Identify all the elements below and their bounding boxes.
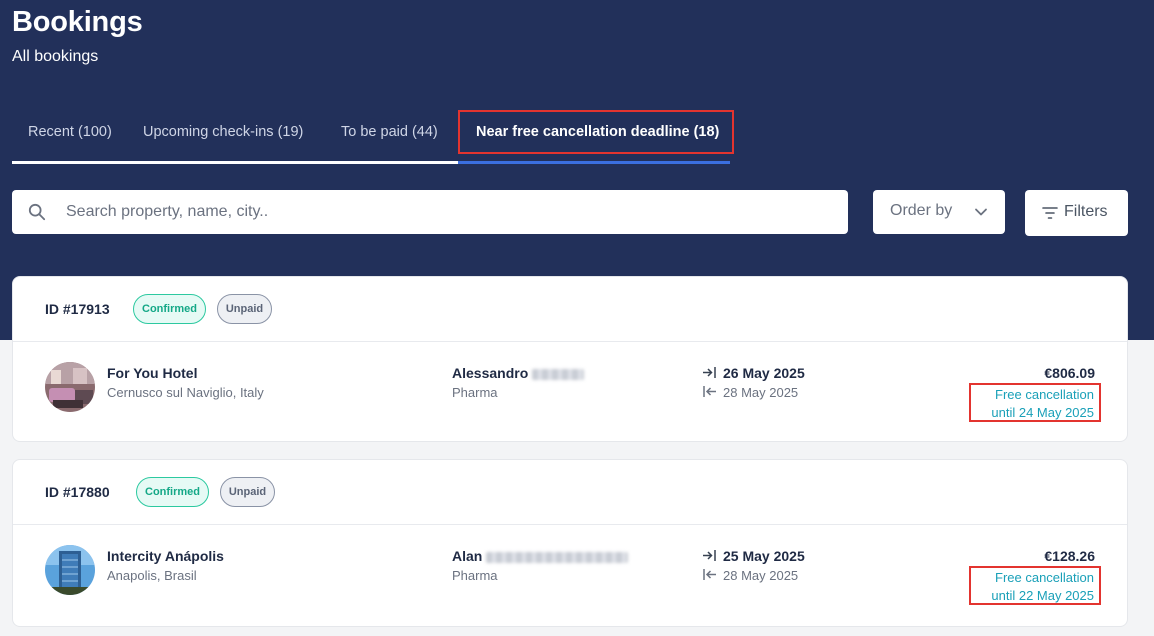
tab-upcoming-check-ins[interactable]: Upcoming check-ins (19): [143, 110, 303, 154]
check-out-date-text: 28 May 2025: [723, 568, 799, 583]
booking-tabs: Recent (100) Upcoming check-ins (19) To …: [12, 110, 734, 166]
guest-name: Alessandro: [452, 365, 585, 381]
free-cancellation-label: Free cancellation: [995, 387, 1094, 402]
payment-badge-unpaid: Unpaid: [220, 477, 275, 507]
hotel-name[interactable]: For You Hotel: [107, 365, 197, 381]
page-title: Bookings: [12, 6, 143, 38]
chevron-down-icon: [975, 208, 987, 216]
payment-badge-unpaid: Unpaid: [217, 294, 272, 324]
tab-to-be-paid[interactable]: To be paid (44): [341, 110, 438, 154]
check-out-arrow-icon: [703, 569, 716, 580]
redacted-surname: [486, 551, 629, 563]
hotel-name[interactable]: Intercity Anápolis: [107, 548, 224, 564]
hotel-location: Anapolis, Brasil: [107, 568, 197, 583]
booking-card[interactable]: ID #17913 Confirmed Unpaid For You Hotel…: [12, 276, 1128, 442]
check-in-date-text: 26 May 2025: [723, 365, 805, 381]
check-in-arrow-icon: [703, 367, 716, 378]
order-by-dropdown[interactable]: Order by: [873, 190, 1005, 234]
booking-card-header: ID #17880 Confirmed Unpaid: [13, 460, 1127, 525]
search-icon: [28, 203, 46, 221]
status-badge-confirmed: Confirmed: [133, 294, 206, 324]
filters-label: Filters: [1064, 203, 1108, 220]
check-out-date: 28 May 2025: [702, 385, 798, 400]
page-subtitle: All bookings: [12, 48, 99, 65]
check-in-date: 26 May 2025: [702, 365, 805, 381]
guest-first-name: Alessandro: [452, 365, 529, 381]
tab-recent[interactable]: Recent (100): [28, 110, 112, 154]
guest-name: Alan: [452, 548, 629, 564]
hotel-photo-icon: [45, 362, 95, 412]
check-out-arrow-icon: [703, 386, 716, 397]
search-box: [12, 190, 848, 234]
bookings-page: Bookings All bookings Recent (100) Upcom…: [0, 0, 1154, 636]
tab-near-free-cancellation-deadline[interactable]: Near free cancellation deadline (18): [458, 110, 734, 154]
free-cancellation-until: until 24 May 2025: [991, 405, 1094, 420]
free-cancellation-label: Free cancellation: [995, 570, 1094, 585]
hotel-location: Cernusco sul Naviglio, Italy: [107, 385, 264, 400]
hotel-avatar: [45, 545, 95, 595]
guest-company: Pharma: [452, 385, 498, 400]
filter-icon: [1042, 207, 1058, 219]
filters-button[interactable]: Filters: [1025, 190, 1128, 236]
check-in-arrow-icon: [703, 550, 716, 561]
free-cancellation-until: until 22 May 2025: [991, 588, 1094, 603]
active-tab-underline: [458, 161, 730, 164]
order-by-label: Order by: [890, 202, 953, 219]
hotel-avatar: [45, 362, 95, 412]
guest-company: Pharma: [452, 568, 498, 583]
check-in-date: 25 May 2025: [702, 548, 805, 564]
booking-id: ID #17880: [45, 484, 110, 500]
check-out-date: 28 May 2025: [702, 568, 798, 583]
hotel-photo-icon: [45, 545, 95, 595]
check-in-date-text: 25 May 2025: [723, 548, 805, 564]
status-badge-confirmed: Confirmed: [136, 477, 209, 507]
free-cancellation-deadline: Free cancellation until 22 May 2025: [969, 566, 1101, 605]
booking-card[interactable]: ID #17880 Confirmed Unpaid Intercity Aná…: [12, 459, 1128, 627]
tabs-underline: [12, 161, 458, 164]
booking-id: ID #17913: [45, 301, 110, 317]
booking-price: €806.09: [1044, 365, 1095, 381]
redacted-surname: [532, 368, 585, 380]
booking-price: €128.26: [1044, 548, 1095, 564]
guest-first-name: Alan: [452, 548, 483, 564]
booking-card-header: ID #17913 Confirmed Unpaid: [13, 277, 1127, 342]
free-cancellation-deadline: Free cancellation until 24 May 2025: [969, 383, 1101, 422]
search-input[interactable]: [66, 190, 836, 234]
check-out-date-text: 28 May 2025: [723, 385, 799, 400]
